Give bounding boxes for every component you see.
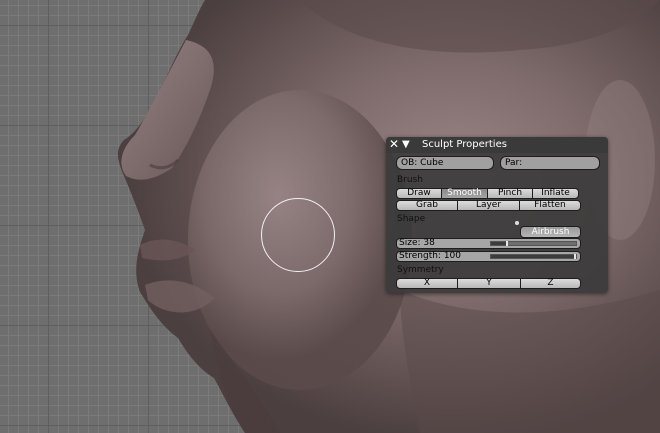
object-name-field[interactable]: OB: Cube [396, 156, 494, 170]
airbrush-toggle-button[interactable]: Airbrush [520, 226, 581, 238]
size-slider-track[interactable] [490, 241, 577, 246]
symmetry-row: X Y Z [396, 278, 581, 289]
collapse-triangle-icon[interactable]: ▼ [402, 138, 410, 152]
brush-draw-button[interactable]: Draw [396, 188, 442, 199]
brush-pinch-button[interactable]: Pinch [487, 188, 533, 199]
strength-slider-track[interactable] [490, 254, 577, 259]
brush-layer-button[interactable]: Layer [457, 200, 520, 211]
symmetry-label: Symmetry [397, 265, 444, 275]
brush-label: Brush [397, 175, 423, 185]
panel-title: Sculpt Properties [422, 139, 507, 150]
brush-row-1: Draw Smooth Pinch Inflate [396, 188, 579, 199]
brush-smooth-button[interactable]: Smooth [441, 188, 488, 199]
brush-flatten-button[interactable]: Flatten [519, 200, 581, 211]
symmetry-y-button[interactable]: Y [457, 278, 521, 289]
parent-field[interactable]: Par: [500, 156, 600, 170]
symmetry-z-button[interactable]: Z [520, 278, 581, 289]
panel-header[interactable]: ✕ ▼ Sculpt Properties [386, 137, 608, 153]
symmetry-x-button[interactable]: X [396, 278, 458, 289]
brush-row-2: Grab Layer Flatten [396, 200, 581, 211]
close-icon[interactable]: ✕ [389, 138, 399, 151]
airbrush-indicator-dot [515, 221, 519, 225]
shape-label: Shape [397, 214, 426, 224]
strength-slider-label: Strength: 100 [399, 251, 462, 261]
brush-grab-button[interactable]: Grab [396, 200, 458, 211]
brush-cursor-circle [261, 198, 335, 272]
size-slider-knob[interactable] [506, 241, 508, 246]
strength-slider-knob[interactable] [574, 254, 576, 259]
size-slider-label: Size: 38 [399, 238, 435, 248]
size-slider[interactable]: Size: 38 [396, 238, 581, 249]
strength-slider[interactable]: Strength: 100 [396, 251, 581, 262]
strength-slider-fill [491, 255, 576, 258]
brush-inflate-button[interactable]: Inflate [532, 188, 579, 199]
